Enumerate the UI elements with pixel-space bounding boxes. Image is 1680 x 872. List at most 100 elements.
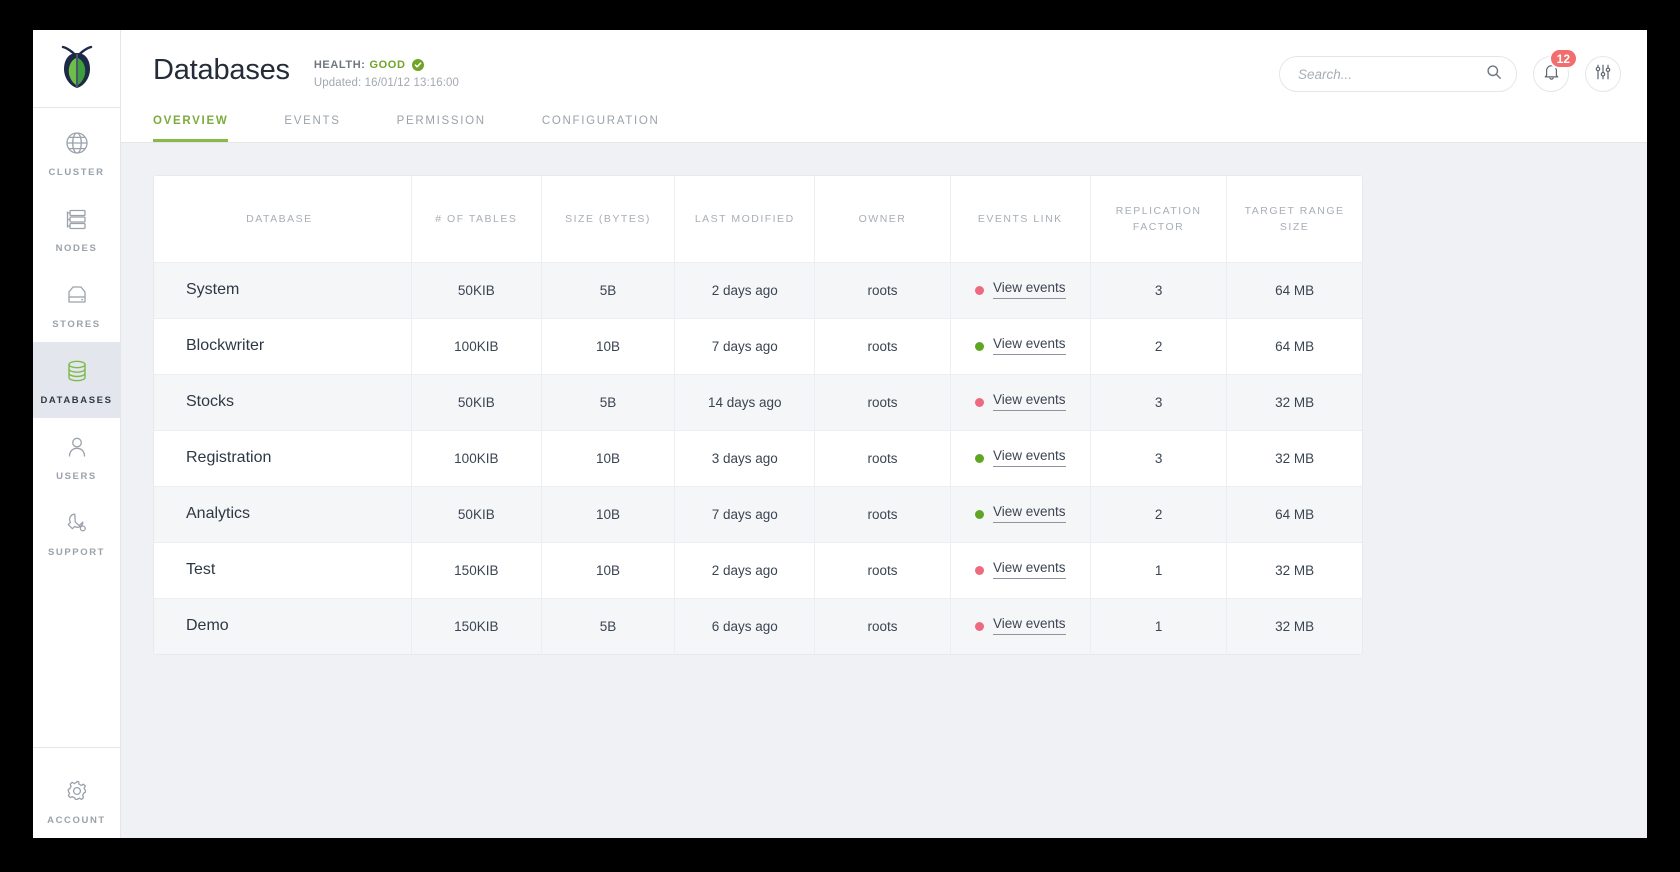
cockroachdb-logo-icon [57,42,97,95]
table-row[interactable]: Analytics50KIB10B7 days agorootsView eve… [154,486,1362,542]
cell-num-tables: 100KIB [411,430,541,486]
tab-events[interactable]: EVENTS [284,115,340,142]
sliders-icon [1594,63,1612,86]
table-row[interactable]: Demo150KIB5B6 days agorootsView events13… [154,598,1362,654]
sidebar-item-cluster[interactable]: CLUSTER [33,114,120,190]
search-box[interactable] [1279,56,1517,92]
cell-size: 10B [541,318,674,374]
view-events-link[interactable]: View events [975,449,1066,467]
cell-target-range-size: 64 MB [1227,486,1362,542]
column-header-size[interactable]: SIZE (BYTES) [541,176,674,262]
globe-icon [64,128,90,158]
tab-permission[interactable]: PERMISSION [397,115,486,142]
cell-database-name[interactable]: Registration [154,430,411,486]
cell-size: 10B [541,486,674,542]
column-header-last-modified[interactable]: LAST MODIFIED [675,176,815,262]
content-area: DATABASE # OF TABLES SIZE (BYTES) LAST M… [121,143,1647,838]
column-header-events-link[interactable]: EVENTS LINK [950,176,1090,262]
gear-icon [64,776,90,806]
cell-database-name[interactable]: System [154,262,411,318]
health-status: HEALTH: GOOD [314,59,459,71]
cell-events-link: View events [950,486,1090,542]
view-events-link[interactable]: View events [975,505,1066,523]
health-label: HEALTH: [314,59,366,71]
health-block: HEALTH: GOOD Updated: 16/01/12 13:16:00 [314,56,459,89]
view-events-label: View events [993,281,1066,299]
search-icon[interactable] [1486,64,1502,85]
cell-last-modified: 3 days ago [675,430,815,486]
column-header-replication-factor[interactable]: REPLICATION FACTOR [1090,176,1226,262]
cell-database-name[interactable]: Analytics [154,486,411,542]
sidebar-item-nodes[interactable]: NODES [33,190,120,266]
cell-target-range-size: 32 MB [1227,598,1362,654]
topbar-actions: 12 [1279,56,1621,92]
cell-events-link: View events [950,598,1090,654]
databases-table: DATABASE # OF TABLES SIZE (BYTES) LAST M… [154,176,1362,654]
topbar: Databases HEALTH: GOOD Updated: 16/01/12… [121,30,1647,143]
status-dot-icon [975,454,984,463]
view-events-link[interactable]: View events [975,561,1066,579]
cell-database-name[interactable]: Blockwriter [154,318,411,374]
sidebar-bottom: ACCOUNT [33,747,120,838]
sidebar-item-account[interactable]: ACCOUNT [33,762,120,838]
column-header-target-range-size[interactable]: TARGET RANGE SIZE [1227,176,1362,262]
column-header-database[interactable]: DATABASE [154,176,411,262]
table-row[interactable]: Stocks50KIB5B14 days agorootsView events… [154,374,1362,430]
sidebar-item-databases[interactable]: DATABASES [33,342,120,418]
table-row[interactable]: Test150KIB10B2 days agorootsView events1… [154,542,1362,598]
cell-target-range-size: 32 MB [1227,374,1362,430]
table-row[interactable]: Registration100KIB10B3 days agorootsView… [154,430,1362,486]
view-events-link[interactable]: View events [975,337,1066,355]
view-events-link[interactable]: View events [975,393,1066,411]
cell-owner: roots [815,374,950,430]
cell-size: 5B [541,598,674,654]
view-events-link[interactable]: View events [975,617,1066,635]
cell-database-name[interactable]: Demo [154,598,411,654]
status-dot-icon [975,622,984,631]
cell-size: 10B [541,430,674,486]
store-icon [64,280,90,310]
sidebar-item-users[interactable]: USERS [33,418,120,494]
cell-database-name[interactable]: Stocks [154,374,411,430]
sidebar-item-label: STORES [52,319,101,330]
cell-owner: roots [815,542,950,598]
notifications-button[interactable]: 12 [1533,56,1569,92]
cell-num-tables: 150KIB [411,598,541,654]
column-header-label: DATABASE [154,212,405,228]
cell-replication-factor: 2 [1090,318,1226,374]
database-icon [64,356,90,386]
column-header-num-tables[interactable]: # OF TABLES [411,176,541,262]
view-events-label: View events [993,561,1066,579]
sidebar-item-support[interactable]: SUPPORT [33,494,120,570]
cell-events-link: View events [950,542,1090,598]
app-window: CLUSTER NODES [33,30,1647,838]
cell-events-link: View events [950,430,1090,486]
view-events-label: View events [993,617,1066,635]
cell-events-link: View events [950,262,1090,318]
cell-owner: roots [815,318,950,374]
databases-table-card: DATABASE # OF TABLES SIZE (BYTES) LAST M… [153,175,1363,655]
logo-box[interactable] [33,30,120,108]
cell-database-name[interactable]: Test [154,542,411,598]
search-input[interactable] [1298,67,1486,82]
table-row[interactable]: Blockwriter100KIB10B7 days agorootsView … [154,318,1362,374]
cell-num-tables: 150KIB [411,542,541,598]
tab-configuration[interactable]: CONFIGURATION [542,115,660,142]
sidebar-item-label: CLUSTER [48,167,104,178]
sidebar-item-label: SUPPORT [48,547,105,558]
table-body: System50KIB5B2 days agorootsView events3… [154,262,1362,654]
view-events-label: View events [993,393,1066,411]
sidebar-item-stores[interactable]: STORES [33,266,120,342]
cell-last-modified: 6 days ago [675,598,815,654]
nodes-icon [64,204,90,234]
wrench-icon [64,508,90,538]
settings-button[interactable] [1585,56,1621,92]
health-value: GOOD [370,59,406,71]
cell-events-link: View events [950,318,1090,374]
view-events-link[interactable]: View events [975,281,1066,299]
cell-size: 5B [541,374,674,430]
tab-overview[interactable]: OVERVIEW [153,115,228,142]
cell-size: 10B [541,542,674,598]
column-header-owner[interactable]: OWNER [815,176,950,262]
table-row[interactable]: System50KIB5B2 days agorootsView events3… [154,262,1362,318]
